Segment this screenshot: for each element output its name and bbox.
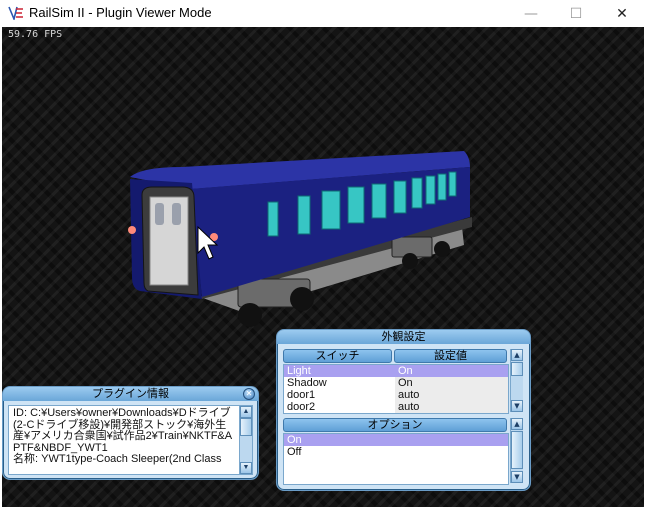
switch-list-scrollbar[interactable]: ▲ ▼ <box>510 349 523 412</box>
title-bar: RailSim II - Plugin Viewer Mode — ☐ ✕ <box>0 0 646 27</box>
switch-column-header[interactable]: スイッチ <box>283 349 392 363</box>
plugin-info-scrollbar[interactable]: ▲ ▼ <box>239 406 252 474</box>
close-icon: ✕ <box>616 5 628 22</box>
value-column-header[interactable]: 設定値 <box>394 349 507 363</box>
scroll-thumb[interactable] <box>511 362 523 376</box>
close-panel-icon[interactable]: ✕ <box>243 388 255 400</box>
plugin-info-title: プラグイン情報 <box>3 387 258 401</box>
options-header: オプション <box>283 418 507 432</box>
plugin-info-panel: プラグイン情報 ✕ ID: C:¥Users¥owner¥Downloads¥D… <box>2 386 259 480</box>
plugin-info-text: ID: C:¥Users¥owner¥Downloads¥Dドライブ(2-Cドラ… <box>13 407 233 466</box>
switch-value: On <box>395 377 508 389</box>
switch-name: Light <box>287 365 311 377</box>
scroll-up-icon[interactable]: ▲ <box>240 406 252 418</box>
option-label: On <box>287 434 302 446</box>
switch-name: door2 <box>287 401 316 413</box>
scroll-thumb[interactable] <box>240 418 252 436</box>
switch-name: Shadow <box>287 377 327 389</box>
option-label: Off <box>287 446 302 458</box>
switch-value: auto <box>395 389 508 401</box>
switch-row[interactable]: door2 auto <box>284 401 508 413</box>
maximize-button[interactable]: ☐ <box>553 0 599 27</box>
switch-value: On <box>398 365 413 377</box>
railsim-app-icon <box>8 6 23 20</box>
scroll-thumb[interactable] <box>511 431 523 469</box>
scroll-down-icon[interactable]: ▼ <box>511 400 523 412</box>
maximize-icon: ☐ <box>569 5 583 22</box>
switch-row[interactable]: door1 auto <box>284 389 508 401</box>
minimize-button[interactable]: — <box>508 0 554 27</box>
window-title: RailSim II - Plugin Viewer Mode <box>29 5 212 20</box>
scroll-down-icon[interactable]: ▼ <box>240 462 252 474</box>
scroll-up-icon[interactable]: ▲ <box>511 349 523 361</box>
switch-row[interactable]: Shadow On <box>284 377 508 389</box>
appearance-panel-title: 外観設定 <box>277 330 530 344</box>
options-scrollbar[interactable]: ▲ ▼ <box>510 418 523 483</box>
options-list[interactable]: On Off <box>283 433 509 485</box>
switch-list[interactable]: Light On Shadow On door1 auto door2 auto <box>283 364 509 414</box>
option-item[interactable]: Off <box>284 446 508 458</box>
option-item[interactable]: On <box>284 434 508 446</box>
switch-name: door1 <box>287 389 316 401</box>
plugin-info-textbox[interactable]: ID: C:¥Users¥owner¥Downloads¥Dドライブ(2-Cドラ… <box>8 405 253 475</box>
switch-value: auto <box>395 401 508 413</box>
scroll-down-icon[interactable]: ▼ <box>511 471 523 483</box>
plugin-viewport[interactable]: 59.76 FPS プラグイン情報 ✕ ID: C:¥Users¥owner¥D… <box>2 27 644 507</box>
switch-row[interactable]: Light On <box>284 365 508 377</box>
scroll-up-icon[interactable]: ▲ <box>511 418 523 430</box>
appearance-settings-panel: 外観設定 スイッチ 設定値 Light On Shadow On door1 a… <box>276 329 531 491</box>
close-button[interactable]: ✕ <box>599 0 645 27</box>
minimize-icon: — <box>524 5 538 22</box>
